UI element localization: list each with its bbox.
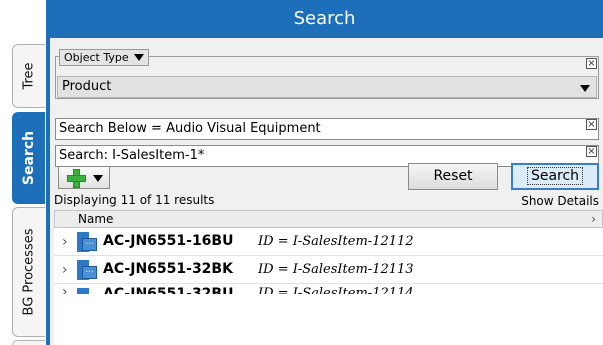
criterion-text: Search: I-SalesItem-1* bbox=[59, 148, 205, 163]
show-details-link[interactable]: Show Details bbox=[521, 194, 599, 208]
item-code: AC-JN6551-16BU bbox=[103, 233, 234, 249]
panel-title: Search bbox=[293, 8, 356, 29]
tab-tree-label: Tree bbox=[21, 62, 37, 90]
object-type-dropdown[interactable]: Object Type bbox=[59, 49, 149, 66]
remove-object-type-icon[interactable]: × bbox=[586, 58, 597, 69]
search-button-label: Search bbox=[526, 167, 584, 185]
remove-criterion-icon[interactable]: × bbox=[586, 146, 597, 157]
item-code: AC-JN6551-32BU bbox=[103, 286, 234, 294]
chevron-down-icon bbox=[580, 85, 590, 92]
item-code: AC-JN6551-32BK bbox=[103, 261, 233, 277]
green-plus-icon bbox=[67, 169, 86, 188]
table-row[interactable]: › ... AC-JN6551-32BU ID = I-SalesItem-12… bbox=[54, 284, 603, 294]
criterion-text: Search Below = Audio Visual Equipment bbox=[59, 121, 321, 136]
item-id: ID = I-SalesItem-12113 bbox=[258, 262, 414, 277]
tab-more[interactable] bbox=[12, 340, 45, 345]
object-type-select[interactable]: Product bbox=[57, 76, 597, 98]
expand-chevron-icon[interactable]: › bbox=[62, 234, 68, 250]
vertical-tab-strip: Tree Search BG Processes bbox=[0, 0, 46, 345]
chevron-down-icon bbox=[133, 54, 144, 61]
item-id: ID = I-SalesItem-12114 bbox=[258, 286, 414, 294]
remove-criterion-icon[interactable]: × bbox=[586, 119, 597, 130]
table-row[interactable]: › ... AC-JN6551-32BK ID = I-SalesItem-12… bbox=[54, 256, 603, 284]
reset-button[interactable]: Reset bbox=[408, 163, 498, 190]
tab-search[interactable]: Search bbox=[12, 112, 45, 204]
tab-search-label: Search bbox=[21, 130, 37, 186]
tab-bg-processes-label: BG Processes bbox=[21, 228, 37, 316]
expand-chevron-icon[interactable]: › bbox=[62, 284, 68, 294]
search-button[interactable]: Search bbox=[511, 163, 599, 190]
product-item-icon: ... bbox=[77, 232, 97, 252]
expand-chevron-icon[interactable]: › bbox=[62, 262, 68, 278]
criterion-search-below[interactable]: Search Below = Audio Visual Equipment × bbox=[55, 118, 599, 140]
search-panel-body: × Product Object Type Search Below = Aud… bbox=[50, 38, 603, 345]
product-item-icon: ... bbox=[77, 288, 97, 294]
column-header-label: Name bbox=[78, 212, 114, 226]
results-count: Displaying 11 of 11 results bbox=[54, 193, 215, 207]
add-criterion-button[interactable] bbox=[58, 166, 110, 189]
object-type-legend: Object Type bbox=[64, 51, 129, 64]
chevron-down-icon bbox=[93, 175, 103, 182]
object-type-value: Product bbox=[62, 79, 112, 94]
tab-bg-processes[interactable]: BG Processes bbox=[12, 207, 45, 337]
tab-tree[interactable]: Tree bbox=[12, 44, 45, 108]
column-header-name[interactable]: Name › bbox=[54, 210, 603, 228]
table-row[interactable]: › ... AC-JN6551-16BU ID = I-SalesItem-12… bbox=[54, 228, 603, 256]
item-id: ID = I-SalesItem-12112 bbox=[258, 234, 414, 249]
product-item-icon: ... bbox=[77, 260, 97, 280]
search-panel: Search × Product Object Type Search Belo… bbox=[46, 0, 603, 345]
results-grid: Name › › ... AC-JN6551-16BU ID = I-Sales… bbox=[54, 210, 603, 345]
chevron-right-icon[interactable]: › bbox=[591, 211, 596, 227]
